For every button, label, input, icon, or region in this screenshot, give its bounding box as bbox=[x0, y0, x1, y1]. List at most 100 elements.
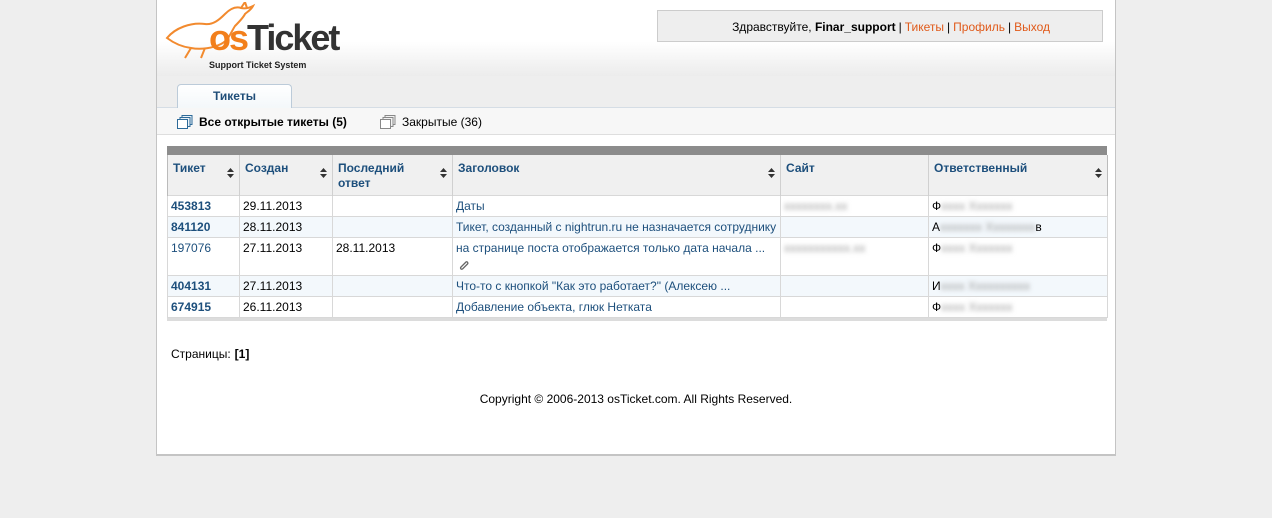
subject-text: Добавление объекта, глюк Неткатa bbox=[456, 300, 652, 314]
column-header-label: Заголовок bbox=[458, 161, 520, 175]
created-cell: 29.11.2013 bbox=[239, 195, 333, 217]
open-tickets-label: Все открытые тикеты (5) bbox=[199, 115, 347, 129]
profile-link[interactable]: Профиль bbox=[953, 20, 1005, 34]
logo-wordmark: osTicket bbox=[209, 17, 340, 58]
last-reply-cell bbox=[332, 275, 453, 297]
subject-cell[interactable]: Даты bbox=[452, 195, 781, 217]
site-cell bbox=[780, 296, 929, 318]
tickets-table-wrapper: Тикет Создан Последний ответ Заголовок С… bbox=[167, 146, 1108, 321]
assignee-initial: А bbox=[932, 220, 941, 234]
closed-tickets-label: Закрытые (36) bbox=[402, 115, 482, 129]
ticket-id-cell: 841120 bbox=[167, 216, 240, 238]
subject-cell[interactable]: на странице поста отображается только да… bbox=[452, 237, 781, 276]
column-header-label: Создан bbox=[245, 161, 289, 175]
created-cell: 28.11.2013 bbox=[239, 216, 333, 238]
table-row: 453813 29.11.2013 Даты xxxxxxxx.xx Фxxxx Xxx… bbox=[167, 195, 1108, 217]
site-cell: xxxxxxxx.xx bbox=[780, 195, 929, 217]
created-cell: 26.11.2013 bbox=[239, 296, 333, 318]
site-cell bbox=[780, 275, 929, 297]
osticket-logo[interactable]: osTicket Support Ticket System bbox=[161, 2, 341, 72]
ticket-id-link[interactable]: 453813 bbox=[171, 199, 211, 213]
table-row: 404131 27.11.2013 Что-то с кнопкой "Как эт… bbox=[167, 275, 1108, 297]
assignee-cell: Аxxxxxxx Xxxxxxxxв bbox=[928, 216, 1108, 238]
separator: | bbox=[947, 20, 951, 34]
ticket-id-link[interactable]: 197076 bbox=[171, 241, 211, 255]
assignee-cell: Фxxxx Xxxxxxx bbox=[928, 237, 1108, 276]
assignee-name-redacted: xxxxxxx Xxxxxxxx bbox=[940, 220, 1036, 234]
assignee-cell: Фxxxx Xxxxxxx bbox=[928, 195, 1108, 217]
ticket-id-cell: 197076 bbox=[167, 237, 240, 276]
sort-icon bbox=[227, 168, 234, 178]
ticket-id-link[interactable]: 841120 bbox=[171, 220, 210, 234]
column-header-ticket[interactable]: Тикет bbox=[167, 155, 240, 196]
site-value: xxxxxxxx.xx bbox=[784, 199, 848, 213]
subject-text: Что-то с кнопкой "Как это работает?" (Ал… bbox=[456, 279, 731, 293]
subject-text: Тикет, созданный с nightrun.ru не назнач… bbox=[456, 220, 777, 234]
column-header-label: Ответственный bbox=[934, 161, 1028, 175]
subject-text: Даты bbox=[456, 199, 485, 213]
table-row: 197076 27.11.2013 28.11.2013 на странице по… bbox=[167, 237, 1108, 276]
logo-wordmark-ticket: Ticket bbox=[247, 17, 340, 58]
ticket-id-cell: 404131 bbox=[167, 275, 240, 297]
column-header-last-reply[interactable]: Последний ответ bbox=[332, 155, 453, 196]
subject-cell[interactable]: Тикет, созданный с nightrun.ru не назнач… bbox=[452, 216, 781, 238]
username: Finar_support bbox=[814, 20, 896, 34]
column-header-label: Тикет bbox=[173, 161, 206, 175]
table-row: 674915 26.11.2013 Добавление объекта, глюк… bbox=[167, 296, 1108, 318]
column-header-label: Последний ответ bbox=[338, 161, 405, 190]
subject-cell[interactable]: Добавление объекта, глюк Неткатa bbox=[452, 296, 781, 318]
ticket-id-link[interactable]: 404131 bbox=[171, 279, 211, 293]
assignee-name-redacted: xxxx Xxxxxxxxxx bbox=[940, 279, 1030, 293]
subject-cell[interactable]: Что-то с кнопкой "Как это работает?" (Ал… bbox=[452, 275, 781, 297]
assignee-initial: Ф bbox=[932, 300, 942, 314]
tickets-link[interactable]: Тикеты bbox=[905, 20, 944, 34]
last-reply-cell bbox=[332, 195, 453, 217]
subject-text: на странице поста отображается только да… bbox=[456, 241, 766, 255]
tickets-table-body: 453813 29.11.2013 Даты xxxxxxxx.xx Фxxxx Xxx… bbox=[167, 195, 1108, 318]
column-header-site[interactable]: Сайт bbox=[780, 155, 929, 196]
sort-icon bbox=[1095, 168, 1102, 178]
table-row: 841120 28.11.2013 Тикет, созданный с night… bbox=[167, 216, 1108, 238]
site-cell: xxxxxxxxxxx.xx bbox=[780, 237, 929, 276]
assignee-name-redacted: xxxx Xxxxxxx bbox=[941, 199, 1013, 213]
separator: | bbox=[898, 20, 902, 34]
assignee-initial: Ф bbox=[932, 199, 942, 213]
column-header-assignee[interactable]: Ответственный bbox=[928, 155, 1108, 196]
last-reply-cell bbox=[332, 216, 453, 238]
assignee-initial: И bbox=[932, 279, 941, 293]
ticket-id-cell: 453813 bbox=[167, 195, 240, 217]
column-header-created[interactable]: Создан bbox=[239, 155, 333, 196]
tab-tickets[interactable]: Тикеты bbox=[177, 84, 292, 109]
closed-tickets-stack-icon bbox=[380, 115, 396, 129]
sort-icon bbox=[768, 168, 775, 178]
logo-tagline: Support Ticket System bbox=[209, 60, 307, 70]
header: osTicket Support Ticket System Здравству… bbox=[157, 0, 1115, 76]
site-value: xxxxxxxxxxx.xx bbox=[784, 241, 866, 255]
main-nav: Тикеты bbox=[157, 76, 1115, 109]
sort-icon bbox=[440, 168, 447, 178]
separator: | bbox=[1007, 20, 1012, 34]
site-cell bbox=[780, 216, 929, 238]
pagination-current-page[interactable]: [1] bbox=[235, 347, 250, 361]
assignee-cell: Фxxxx Xxxxxxx bbox=[928, 296, 1108, 318]
assignee-name-redacted: xxxx Xxxxxxx bbox=[941, 241, 1013, 255]
assignee-name-redacted: xxxx Xxxxxxx bbox=[941, 300, 1013, 314]
sub-nav: Все открытые тикеты (5) Закрытые (36) bbox=[157, 108, 1115, 135]
column-header-label: Сайт bbox=[786, 161, 815, 175]
column-header-subject[interactable]: Заголовок bbox=[452, 155, 781, 196]
table-header-row: Тикет Создан Последний ответ Заголовок С… bbox=[167, 155, 1108, 196]
logout-link[interactable]: Выход bbox=[1014, 20, 1050, 34]
pagination: Страницы: [1] bbox=[171, 347, 249, 361]
ticket-id-link[interactable]: 674915 bbox=[171, 300, 211, 314]
tickets-table: Тикет Создан Последний ответ Заголовок С… bbox=[167, 155, 1108, 318]
assignee-cell: Иxxxx Xxxxxxxxxx bbox=[928, 275, 1108, 297]
assignee-tail: в bbox=[1035, 220, 1042, 234]
last-reply-cell bbox=[332, 296, 453, 318]
logo-wordmark-os: os bbox=[209, 17, 249, 58]
created-cell: 27.11.2013 bbox=[239, 237, 333, 276]
tickets-stack-icon bbox=[177, 115, 193, 129]
page-container: osTicket Support Ticket System Здравству… bbox=[156, 0, 1116, 456]
user-info-box: Здравствуйте, Finar_support | Тикеты | Профи… bbox=[657, 10, 1103, 42]
greeting-text: Здравствуйте, bbox=[732, 20, 812, 34]
assignee-initial: Ф bbox=[932, 241, 942, 255]
